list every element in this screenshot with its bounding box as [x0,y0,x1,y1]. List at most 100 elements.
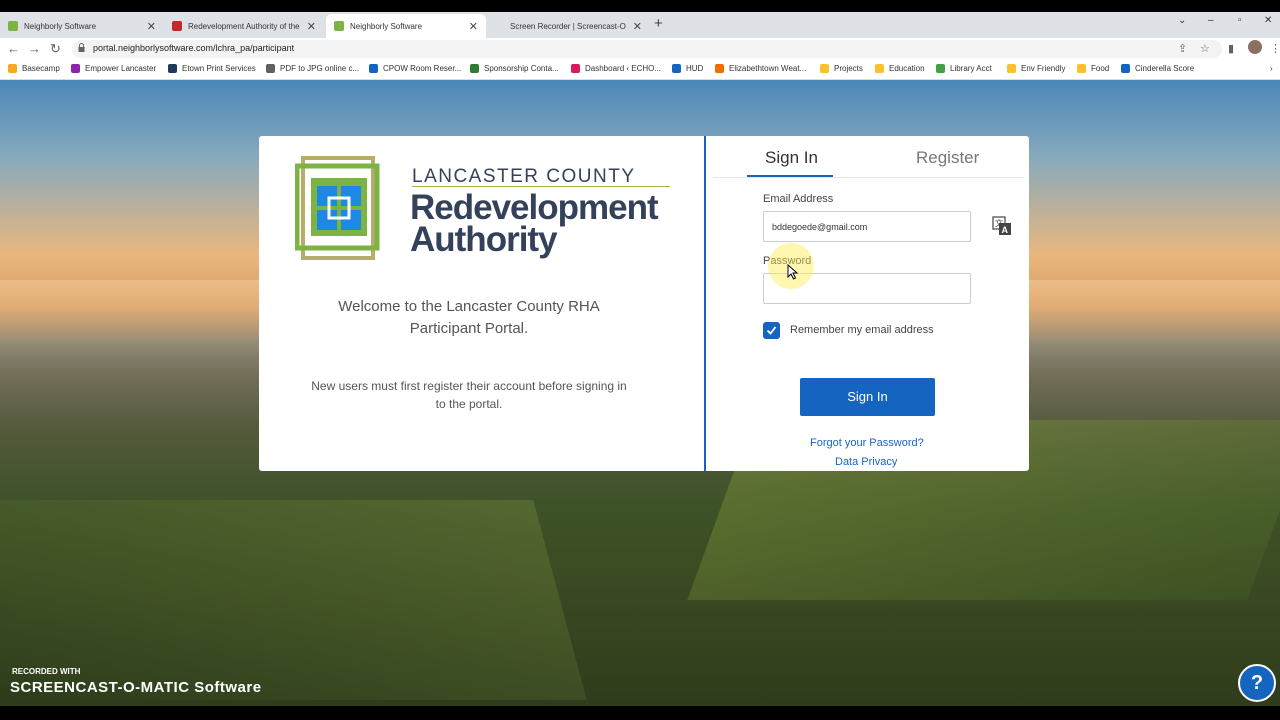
tab-label: Screen Recorder | Screencast-O [510,21,626,31]
new-tab-icon[interactable]: + [654,15,663,32]
maximize-icon[interactable]: ▫ [1238,15,1242,26]
signin-panel: Sign In Register Email Address 文 A Passw… [706,136,1029,471]
checkmark-icon [766,326,777,335]
bookmark-label: PDF to JPG online c... [280,64,360,73]
folder-icon [1077,64,1086,73]
bookmark-icon [672,64,681,73]
bookmark-item[interactable]: Etown Print Services [168,64,256,73]
bookmark-label: Sponsorship Conta... [484,64,559,73]
mouse-cursor-icon [787,264,799,280]
register-note: New users must first register their acco… [311,379,627,411]
sidebar-icon[interactable]: ▮ [1228,42,1234,55]
browser-tab[interactable]: Screen Recorder | Screencast-O ✕ [490,14,650,38]
bookmark-item[interactable]: Projects [820,64,863,73]
bookmark-label: Dashboard ‹ ECHO... [585,64,662,73]
tab-sign-in[interactable]: Sign In [765,148,818,168]
bookmark-icon [715,64,724,73]
bookmarks-bar: Basecamp Empower Lancaster Etown Print S… [0,60,1280,80]
bookmark-item[interactable]: Dashboard ‹ ECHO... [571,64,661,73]
share-icon[interactable]: ⇪ [1178,42,1187,55]
browser-tab-bar: Neighborly Software ✕ Redevelopment Auth… [0,0,1280,38]
welcome-text: Welcome to the Lancaster County RHA Part… [338,298,600,337]
remember-checkbox[interactable] [763,322,780,339]
bookmark-item[interactable]: Education [875,64,925,73]
bookmark-item[interactable]: PDF to JPG online c... [266,64,359,73]
close-window-icon[interactable]: ✕ [1264,15,1272,26]
bookmark-item[interactable]: HUD [672,64,703,73]
bookmark-label: Cinderella Score [1135,64,1195,73]
bookmark-star-icon[interactable]: ☆ [1200,42,1210,55]
folder-icon [1007,64,1016,73]
back-icon[interactable]: ← [7,41,20,56]
bookmark-icon [1121,64,1130,73]
bookmark-icon [936,64,945,73]
tab-label: Neighborly Software [24,21,97,31]
tab-register[interactable]: Register [916,148,979,168]
email-field[interactable] [763,211,971,242]
help-button[interactable]: ? [1238,664,1276,702]
browser-tab[interactable]: Redevelopment Authority of the ✕ [164,14,324,38]
tab-close-icon[interactable]: ✕ [307,20,316,33]
bookmark-label: Food [1091,64,1110,73]
bookmark-item[interactable]: CPOW Room Reser... [369,64,461,73]
login-card: LANCASTER COUNTY Redevelopment Authority… [259,136,1029,471]
tab-label: Redevelopment Authority of the [188,21,300,31]
forward-icon[interactable]: → [28,41,41,56]
folder-icon [875,64,884,73]
tab-separator [713,177,1024,178]
bookmark-label: Library Acct [950,64,992,73]
sign-in-button[interactable]: Sign In [800,378,935,416]
tab-favicon-icon [334,21,344,31]
forgot-password-link[interactable]: Forgot your Password? [810,437,924,449]
org-name-line1: LANCASTER COUNTY [412,166,636,187]
minimize-icon[interactable]: – [1208,15,1214,26]
bookmark-label: Education [889,64,925,73]
tab-close-icon[interactable]: ✕ [469,20,478,33]
org-divider [412,186,670,187]
bookmark-icon [571,64,580,73]
top-strip [0,0,1280,12]
url-field[interactable]: portal.neighborlysoftware.com/lchra_pa/p… [72,40,1222,58]
reload-icon[interactable]: ↻ [50,41,61,57]
address-bar: ← → ↻ portal.neighborlysoftware.com/lchr… [0,38,1280,60]
bookmark-item[interactable]: Empower Lancaster [71,64,156,73]
data-privacy-link[interactable]: Data Privacy [835,456,897,468]
translate-icon[interactable]: 文 A [992,216,1012,236]
branding-panel: LANCASTER COUNTY Redevelopment Authority… [259,136,705,471]
bookmark-item[interactable]: Library Acct [936,64,992,73]
bookmark-label: Env Friendly [1021,64,1066,73]
browser-tab[interactable]: Neighborly Software ✕ [0,14,164,38]
tab-close-icon[interactable]: ✕ [633,20,642,33]
bookmark-item[interactable]: Sponsorship Conta... [470,64,559,73]
org-name-line3: Authority [410,220,558,259]
bookmark-icon [470,64,479,73]
bookmark-item[interactable]: Elizabethtown Weat... [715,64,806,73]
bookmark-item[interactable]: Cinderella Score [1121,64,1194,73]
menu-icon[interactable]: ⋮ [1270,42,1280,55]
bookmark-icon [8,64,17,73]
bookmark-label: HUD [686,64,704,73]
lchra-logo-icon [295,156,380,260]
tab-search-icon[interactable]: ⌄ [1178,15,1186,26]
farm-fields [0,500,587,700]
profile-avatar[interactable] [1248,40,1262,54]
bookmarks-overflow-icon[interactable]: › [1270,64,1273,73]
tab-favicon-icon [172,21,182,31]
bottom-strip [0,706,1280,720]
bookmark-label: Projects [834,64,863,73]
bookmark-label: Etown Print Services [182,64,256,73]
bookmark-item[interactable]: Basecamp [8,64,60,73]
tab-favicon-icon [8,21,18,31]
bookmark-icon [266,64,275,73]
bookmark-item[interactable]: Food [1077,64,1109,73]
bookmark-label: Basecamp [22,64,60,73]
watermark-line2: SCREENCAST-O-MATIC Software [10,679,262,696]
folder-icon [820,64,829,73]
svg-text:A: A [1002,225,1009,235]
tab-label: Neighborly Software [350,21,423,31]
bookmark-label: Empower Lancaster [85,64,157,73]
tab-close-icon[interactable]: ✕ [147,20,156,33]
bookmark-icon [71,64,80,73]
bookmark-item[interactable]: Env Friendly [1007,64,1065,73]
browser-tab-active[interactable]: Neighborly Software ✕ [326,14,486,38]
